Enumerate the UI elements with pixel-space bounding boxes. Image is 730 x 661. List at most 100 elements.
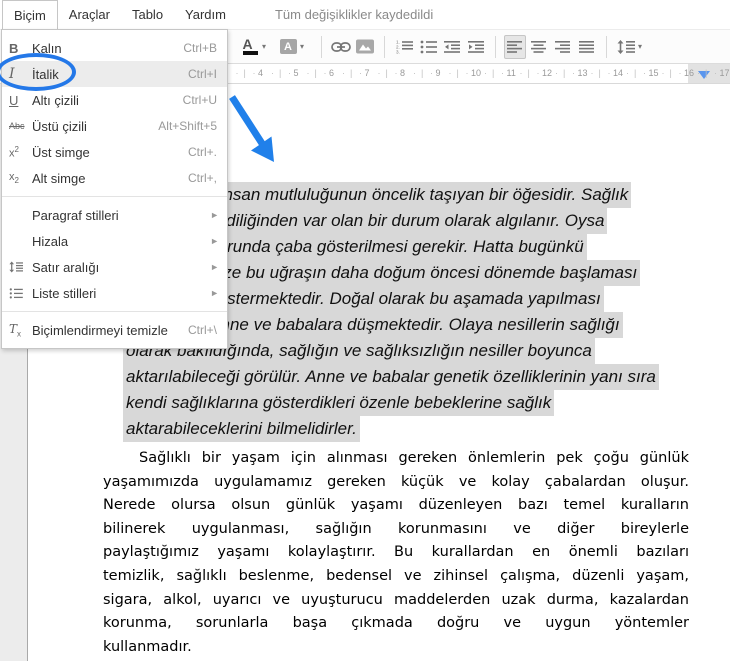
menu-item-label: Alt simge [32, 170, 86, 186]
indent-icon [467, 40, 484, 53]
ruler-tick: · [678, 68, 682, 78]
ruler-number: 15 [648, 68, 659, 78]
outdent-icon [443, 40, 460, 53]
subscript-icon: x2 [9, 170, 19, 186]
line-spacing-icon [617, 39, 635, 54]
menu-item-paragraf-stilleri[interactable]: Paragraf stilleri ► [2, 202, 227, 228]
align-right-button[interactable] [552, 35, 574, 59]
underline-icon: U [9, 92, 19, 108]
ruler-number: 10 [471, 68, 482, 78]
toolbar-separator [606, 35, 607, 58]
submenu-arrow-icon: ► [210, 236, 219, 246]
ruler-tick: | [456, 68, 459, 78]
indent-button[interactable] [465, 35, 487, 59]
menu-item-label: Altı çizili [32, 92, 79, 108]
menubar-item-tablo[interactable]: Tablo [121, 1, 174, 28]
ruler-tick: · [607, 68, 611, 78]
menubar-item-yardım[interactable]: Yardım [174, 1, 237, 28]
ruler-tick: · [235, 68, 239, 78]
text-line: kullanmadır. [103, 638, 192, 655]
caret-down-icon[interactable]: ▾ [638, 42, 648, 51]
annotation-arrow-icon [229, 95, 274, 162]
numbered-list-button[interactable]: 1. 2. 3. [393, 35, 415, 59]
menu-item-üstü-çizili[interactable]: Abc Üstü çizili Alt+Shift+5 [2, 113, 227, 139]
ruler-number: 7 [364, 68, 370, 78]
ruler-tick: · [448, 68, 452, 78]
menu-item-label: Paragraf stilleri [32, 207, 119, 223]
align-left-button[interactable] [504, 34, 526, 59]
text-line: Nerede olursa olsun günlük yaşamı düzenl… [103, 497, 689, 514]
ruler-tick: | [598, 68, 601, 78]
insert-image-button[interactable] [354, 35, 376, 59]
ruler-tick: · [484, 68, 487, 78]
ruler-tick: · [430, 68, 433, 78]
menu-item-label: Hizala [32, 233, 69, 249]
menu-item-alt-simge[interactable]: x2 Alt simge Ctrl+, [2, 165, 227, 191]
menu-item-label: Kalın [32, 40, 62, 56]
insert-link-button[interactable] [330, 35, 352, 59]
app-window: Sağlık, insan mutluluğunun öncelik taşıy… [0, 0, 730, 661]
menu-bar: Biçim Araçlar Tablo Yardım Tüm değişiklikler… [0, 0, 730, 29]
ruler-number: 8 [400, 68, 406, 78]
menubar-item-biçim[interactable]: Biçim [2, 0, 58, 29]
ruler-tick: · [288, 68, 291, 78]
ruler-number: 5 [293, 68, 299, 78]
menu-item-üst-simge[interactable]: x2 Üst simge Ctrl+. [2, 139, 227, 165]
text-line-selected: Sağlık, insan mutluluğunun öncelik taşıy… [160, 182, 632, 208]
ruler-tick: · [413, 68, 416, 78]
align-center-button[interactable] [528, 35, 550, 59]
text-line-selected: aktarılabileceği görülür. Anne ve babala… [123, 364, 659, 390]
ruler-tick: · [697, 68, 700, 78]
menu-item-shortcut: Ctrl+B [183, 41, 217, 55]
menu-item-shortcut: Ctrl+, [187, 171, 217, 185]
align-left-icon [507, 40, 522, 53]
ruler-number: 13 [577, 68, 588, 78]
text-line-selected: kendi sağlıklarına gösterdikleri özenle … [123, 390, 555, 416]
text-color-button[interactable]: A [239, 35, 261, 59]
ruler-tick: · [359, 68, 362, 78]
outdent-button[interactable] [441, 35, 463, 59]
menubar-item-araçlar[interactable]: Araçlar [58, 1, 121, 28]
line-spacing-button[interactable] [615, 35, 637, 59]
svg-text:3.: 3. [396, 50, 400, 54]
submenu-arrow-icon: ► [210, 210, 219, 220]
text-line: yaşamımızda uygulamamız gereken küçük ve… [103, 473, 689, 490]
ruler-number: 14 [613, 68, 624, 78]
ruler-tick: | [527, 68, 530, 78]
body-paragraph[interactable]: Sağlıklı bir yaşam için alınması gereken… [103, 447, 689, 659]
menu-item-hizala[interactable]: Hizala ► [2, 228, 227, 254]
toolbar-separator [384, 35, 385, 58]
highlight-color-icon: A [279, 39, 297, 54]
justify-button[interactable] [576, 35, 598, 59]
bullet-list-icon [9, 288, 23, 299]
ruler-tick: · [536, 68, 540, 78]
ruler-tick: · [626, 68, 629, 78]
menu-item-shortcut: Ctrl+\ [187, 323, 217, 337]
menu-item-satır-aralığı[interactable]: Satır aralığı ► [2, 254, 227, 280]
menu-item-liste-stilleri[interactable]: Liste stilleri ► [2, 280, 227, 306]
ruler-tick: · [465, 68, 469, 78]
ruler-tick: · [323, 68, 327, 78]
text-line: Sağlıklı bir yaşam için alınması gereken… [139, 450, 689, 466]
bold-icon: B [9, 40, 19, 56]
insert-image-icon [356, 39, 374, 54]
insert-link-icon [331, 41, 351, 52]
align-right-icon [555, 40, 570, 53]
strikethrough-icon: Abc [9, 121, 25, 131]
ruler-number: 6 [329, 68, 335, 78]
menu-item-label: Biçimlendirmeyi temizle [32, 322, 168, 338]
caret-down-icon[interactable]: ▾ [300, 42, 310, 51]
submenu-arrow-icon: ► [210, 262, 219, 272]
ruler-number: 9 [435, 68, 441, 78]
bullet-list-button[interactable] [417, 35, 439, 59]
ruler-tick: · [306, 68, 310, 78]
menu-item-biçimlendirmeyi-temizle[interactable]: Tx Biçimlendirmeyi temizle Ctrl+\ [2, 317, 227, 343]
text-line: bilinerek uygulanması, sağlığın korunmas… [103, 520, 689, 537]
toolbar-separator [321, 35, 322, 58]
ruler-tick: · [590, 68, 594, 78]
ruler-number: 17 [719, 68, 730, 78]
text-line: sigara, alkol, uyarıcı ve uyuşturucu mad… [103, 591, 689, 608]
highlight-color-button[interactable]: A [277, 35, 299, 59]
caret-down-icon[interactable]: ▾ [262, 42, 272, 51]
clear-formatting-icon: Tx [9, 321, 22, 339]
